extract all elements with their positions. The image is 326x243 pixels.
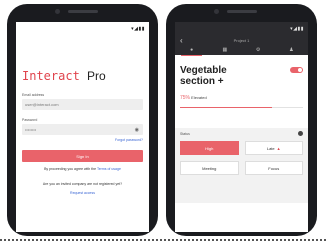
terms-text: By proceeding you agree with the Terms o… — [22, 167, 143, 171]
sign-in-button[interactable]: Sign In — [22, 150, 143, 162]
invite-question: Are you an invited company are not regis… — [42, 182, 123, 186]
section-title: Vegetable section + — [180, 65, 260, 87]
option-label: Late — [266, 145, 275, 151]
progress-bar — [180, 107, 303, 108]
camera-icon — [214, 9, 219, 14]
brand-suffix: Pro — [87, 69, 106, 83]
terms-link[interactable]: Terms of usage — [97, 167, 121, 171]
tab-grid-icon[interactable]: ▦ — [208, 47, 241, 53]
email-label: Email address — [22, 93, 45, 97]
flame-icon: ▲ — [276, 145, 281, 151]
percent-label: Elevated — [191, 95, 207, 100]
option-late[interactable]: Late ▲ — [244, 141, 303, 155]
phone-right: ▾◢▮▮ ‹ Project 1 ● ▦ ⚙ ♟ Vegetable secti… — [166, 4, 317, 236]
tab-settings-icon[interactable]: ⚙ — [242, 47, 275, 53]
password-label: Password — [22, 118, 38, 122]
request-access-link[interactable]: Request access — [22, 191, 143, 195]
login-screen: ▾◢▮▮ Interact Pro Email address user@int… — [16, 22, 149, 232]
email-value: user@interact.com — [25, 102, 59, 107]
signal-icon: ▾◢▮▮ — [131, 25, 145, 32]
app-bar: ‹ Project 1 ● ▦ ⚙ ♟ — [175, 22, 308, 56]
brand-word: Interact — [22, 69, 80, 83]
status-panel: Status High Late ▲ Meeting Focus — [175, 128, 308, 203]
speaker-grille — [68, 10, 98, 13]
signal-icon: ▾◢▮▮ — [290, 25, 304, 32]
status-bar: ▾◢▮▮ — [16, 22, 149, 35]
password-value: •••••••• — [25, 127, 37, 132]
option-high[interactable]: High — [180, 141, 239, 155]
phone-left: ▾◢▮▮ Interact Pro Email address user@int… — [7, 4, 158, 236]
eye-icon[interactable]: ◉ — [135, 127, 139, 133]
percent-row: 75% Elevated — [180, 95, 303, 101]
forgot-password-link[interactable]: Forgot password? — [22, 138, 143, 142]
app-logo: Interact Pro — [22, 69, 143, 83]
section-header: Vegetable section + 75% Elevated — [175, 65, 308, 108]
option-label: Focus — [268, 165, 280, 171]
option-meeting[interactable]: Meeting — [180, 161, 239, 175]
option-label: Meeting — [202, 165, 217, 171]
dotted-divider — [0, 239, 326, 241]
section-toggle[interactable] — [290, 67, 303, 73]
speaker-grille — [227, 10, 257, 13]
tab-info-icon[interactable]: ● — [175, 47, 208, 56]
terms-prefix: By proceeding you agree with the — [44, 167, 97, 171]
app-bar-title: Project 1 — [233, 37, 250, 43]
tab-people-icon[interactable]: ♟ — [275, 47, 308, 53]
password-field[interactable]: •••••••• ◉ — [22, 124, 143, 135]
option-label: High — [205, 145, 214, 151]
status-label: Status — [180, 132, 190, 136]
camera-icon — [55, 9, 60, 14]
project-screen: ▾◢▮▮ ‹ Project 1 ● ▦ ⚙ ♟ Vegetable secti… — [175, 22, 308, 232]
email-field[interactable]: user@interact.com — [22, 99, 143, 110]
info-icon[interactable] — [298, 131, 303, 136]
option-focus[interactable]: Focus — [244, 161, 303, 175]
tab-bar: ● ▦ ⚙ ♟ — [175, 45, 308, 56]
progress-fill — [180, 107, 273, 108]
status-options: High Late ▲ Meeting Focus — [180, 141, 303, 175]
percent-value: 75% — [180, 95, 191, 101]
plus-icon[interactable]: + — [218, 76, 224, 87]
